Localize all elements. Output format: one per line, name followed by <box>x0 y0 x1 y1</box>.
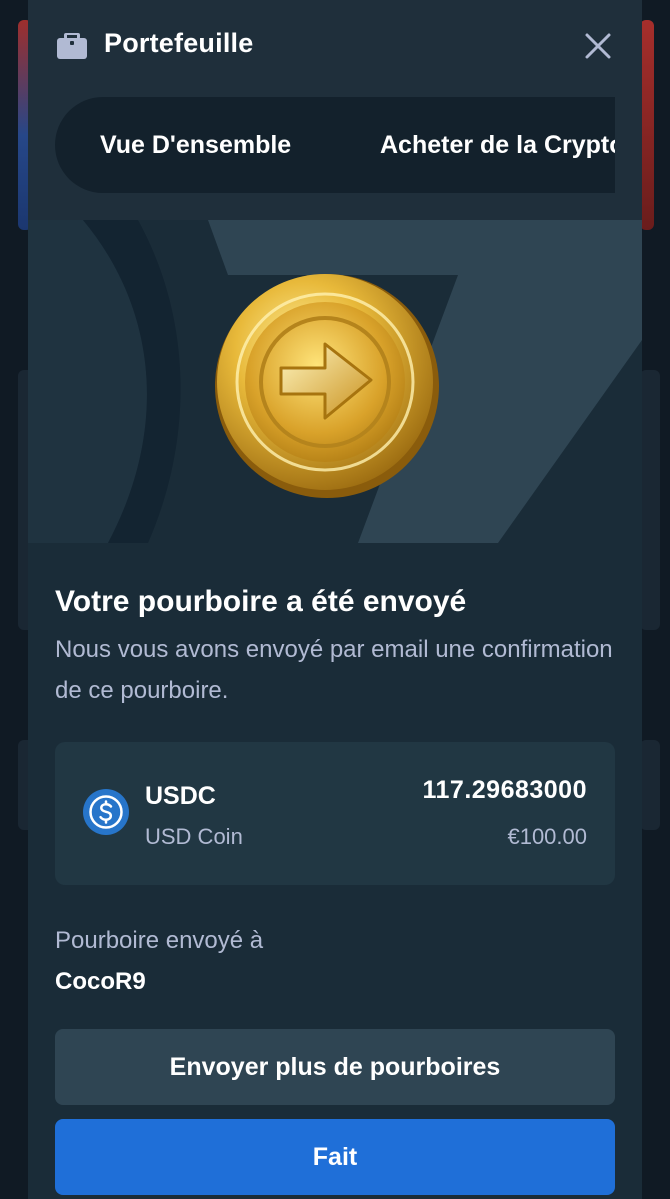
currency-name: USD Coin <box>145 824 243 849</box>
send-more-tips-button[interactable]: Envoyer plus de pourboires <box>55 1029 615 1105</box>
confirmation-message: Nous vous avons envoyé par email une con… <box>55 636 613 704</box>
done-button[interactable]: Fait <box>55 1119 615 1195</box>
fiat-amount: €100.00 <box>507 824 587 849</box>
modal-header: Portefeuille Vue D'ensemble Acheter de l… <box>28 0 642 220</box>
confirmation-panel: Votre pourboire a été envoyé Nous vous a… <box>28 543 642 1199</box>
hero-banner <box>28 220 642 543</box>
amount-card: USDC USD Coin 117.29683000 €100.00 <box>55 742 615 885</box>
background-banner-right <box>640 20 654 230</box>
wallet-modal: Portefeuille Vue D'ensemble Acheter de l… <box>28 0 642 1199</box>
tab-bar: Vue D'ensemble Acheter de la Crypto <box>55 97 615 193</box>
background-card-right <box>640 370 660 630</box>
confirmation-heading: Votre pourboire a été envoyé <box>55 585 467 618</box>
recipient-name: CocoR9 <box>55 968 146 995</box>
tab-buy-crypto[interactable]: Acheter de la Crypto <box>380 97 615 193</box>
close-icon[interactable] <box>582 30 614 62</box>
tab-overview[interactable]: Vue D'ensemble <box>100 97 291 193</box>
wallet-icon <box>57 33 87 59</box>
gold-coin-arrow-icon <box>215 274 439 498</box>
usdc-icon <box>83 789 129 835</box>
currency-code: USDC <box>145 782 216 810</box>
modal-title: Portefeuille <box>104 28 254 58</box>
crypto-amount: 117.29683000 <box>422 776 587 804</box>
background-button-right <box>640 740 660 830</box>
recipient-label: Pourboire envoyé à <box>55 927 264 954</box>
